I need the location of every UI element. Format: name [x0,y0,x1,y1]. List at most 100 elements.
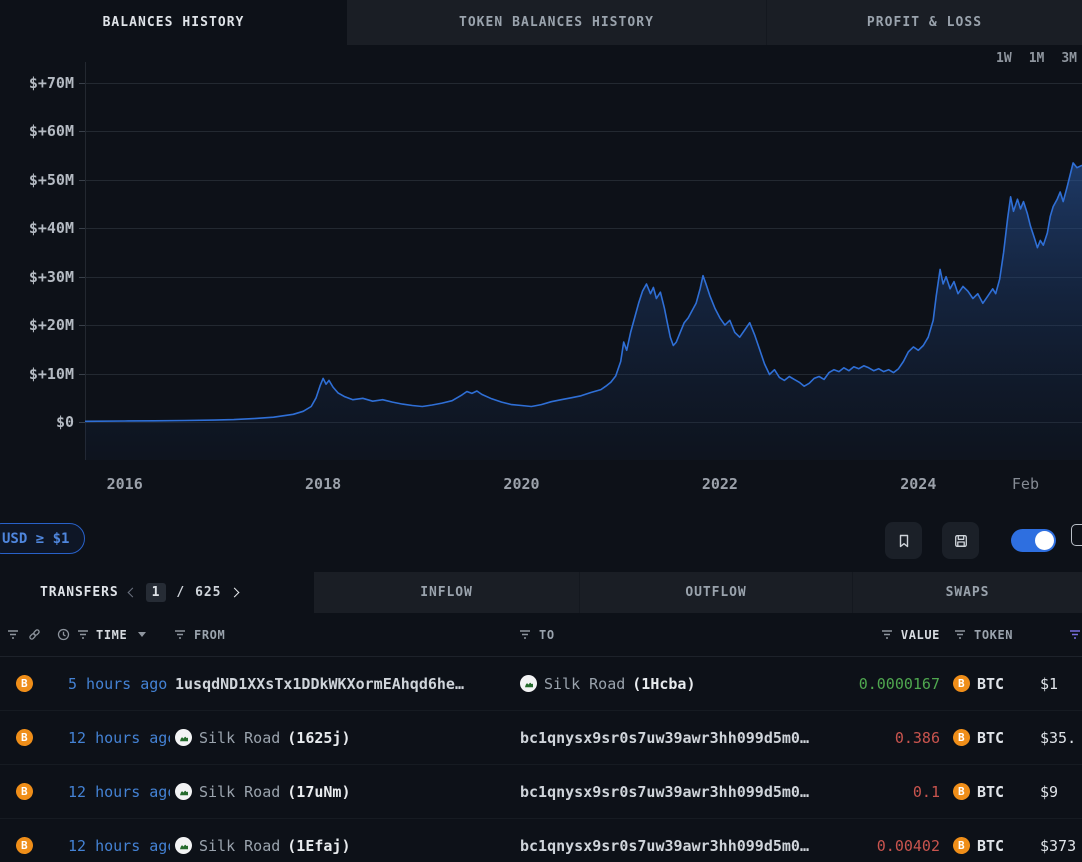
page-separator: / [176,585,185,600]
transfer-time-link[interactable]: 12 hours ago [68,837,170,855]
bitcoin-chain-icon: B [14,675,33,692]
column-to[interactable]: TO [539,628,555,642]
tab-transfers[interactable]: TRANSFERS 1 / 625 [0,572,314,613]
tab-swaps[interactable]: SWAPS [853,572,1082,613]
x-axis-label: 2022 [702,475,738,493]
y-axis-label: $+20M [0,316,74,334]
bookmark-icon [896,533,912,549]
usd-value: $1 [1030,675,1082,693]
y-axis-label: $0 [0,413,74,431]
y-axis-label: $+30M [0,268,74,286]
y-axis-label: $+40M [0,219,74,237]
x-axis-label: 2016 [107,475,143,493]
x-axis-label: 2020 [503,475,539,493]
page-next-icon[interactable] [230,588,240,598]
to-address[interactable]: bc1qnysx9sr0s7uw39awr3hh099d5m0… [520,729,809,747]
filter-funnel-icon[interactable] [78,630,88,639]
clock-icon[interactable] [57,628,70,641]
toggle-knob [1035,531,1054,550]
tab-balances-history[interactable]: BALANCES HISTORY [0,0,347,45]
btc-token-icon: B [952,675,971,693]
silk-road-entity-icon [175,837,192,854]
token-symbol[interactable]: BTC [977,837,1004,855]
page-prev-icon[interactable] [127,588,137,598]
from-entity-tag[interactable]: (1625j) [287,729,350,747]
tab-token-balances-history[interactable]: TOKEN BALANCES HISTORY [347,0,767,45]
usd-filter-chip[interactable]: USD ≥ $1 [0,523,85,554]
silk-road-entity-icon [175,729,192,746]
range-button-3m[interactable]: 3M [1061,51,1077,66]
transfers-label: TRANSFERS [40,585,119,600]
to-entity-tag[interactable]: (1Hcba) [632,675,695,693]
tab-profit-loss[interactable]: PROFIT & LOSS [767,0,1082,45]
y-axis-label: $+70M [0,74,74,92]
silk-road-entity-icon [175,783,192,800]
to-entity-name[interactable]: Silk Road [544,675,625,693]
y-axis-label: $+60M [0,122,74,140]
usd-value: $9 [1030,783,1082,801]
filter-funnel-icon[interactable] [175,630,185,639]
to-address[interactable]: bc1qnysx9sr0s7uw39awr3hh099d5m0… [520,783,809,801]
x-axis-label: 2018 [305,475,341,493]
chart-area-fill [85,163,1082,460]
balance-area-chart[interactable] [85,62,1082,460]
token-symbol[interactable]: BTC [977,675,1004,693]
range-button-1w[interactable]: 1W [996,51,1012,66]
filter-funnel-icon-active[interactable] [1070,630,1080,639]
transfer-time-link[interactable]: 12 hours ago [68,729,170,747]
table-row[interactable]: B 12 hours ago Silk Road (17uNm) bc1qnys… [0,765,1082,819]
clipped-edge-icon[interactable] [1071,524,1082,546]
column-time[interactable]: TIME [96,628,127,642]
table-row[interactable]: B 12 hours ago Silk Road (1Efaj) bc1qnys… [0,819,1082,862]
filter-toggle[interactable] [1011,529,1056,552]
btc-token-icon: B [952,729,971,747]
bitcoin-chain-icon: B [14,837,33,854]
range-button-1m[interactable]: 1M [1029,51,1045,66]
chevron-down-icon [138,632,146,637]
to-address[interactable]: bc1qnysx9sr0s7uw39awr3hh099d5m0… [520,837,809,855]
column-from[interactable]: FROM [194,628,225,642]
bookmark-button[interactable] [885,522,922,559]
tab-inflow[interactable]: INFLOW [314,572,580,613]
table-header: TIME FROM TO VALUE TOKEN [0,613,1082,657]
transfer-time-link[interactable]: 12 hours ago [68,783,170,801]
bitcoin-chain-icon: B [14,783,33,800]
page-current[interactable]: 1 [146,583,167,602]
x-axis-label: Feb [1012,475,1039,493]
y-axis-label: $+10M [0,365,74,383]
transfer-value: 0.386 [850,729,942,747]
transfer-value: 0.0000167 [850,675,942,693]
from-entity-name[interactable]: Silk Road [199,729,280,747]
filter-funnel-icon[interactable] [882,630,892,639]
tab-outflow[interactable]: OUTFLOW [580,572,853,613]
page-total: 625 [195,585,221,600]
top-tab-bar: BALANCES HISTORY TOKEN BALANCES HISTORY … [0,0,1082,45]
transfer-value: 0.00402 [850,837,942,855]
bitcoin-chain-icon: B [14,729,33,746]
token-symbol[interactable]: BTC [977,783,1004,801]
save-button[interactable] [942,522,979,559]
column-value[interactable]: VALUE [901,628,940,642]
filter-funnel-icon[interactable] [955,630,965,639]
from-address[interactable]: 1usqdND1XXsTx1DDkWKXormEAhqd6he… [175,675,464,693]
filter-funnel-icon[interactable] [520,630,530,639]
btc-token-icon: B [952,837,971,855]
from-entity-name[interactable]: Silk Road [199,837,280,855]
filter-funnel-icon[interactable] [8,630,18,639]
y-axis-label: $+50M [0,171,74,189]
column-token[interactable]: TOKEN [974,628,1013,642]
from-entity-tag[interactable]: (1Efaj) [287,837,350,855]
silk-road-entity-icon [520,675,537,692]
balances-history-chart: 1W 1M 3M $0 $+10M $+20M $+30M $+40M $+50M $+60M $… [0,45,1082,510]
usd-value: $373 [1030,837,1082,855]
x-axis-label: 2024 [900,475,936,493]
chain-link-icon[interactable] [28,628,41,641]
table-row[interactable]: B 12 hours ago Silk Road (1625j) bc1qnys… [0,711,1082,765]
token-symbol[interactable]: BTC [977,729,1004,747]
usd-value: $35. [1030,729,1082,747]
from-entity-name[interactable]: Silk Road [199,783,280,801]
transfer-time-link[interactable]: 5 hours ago [68,675,167,693]
from-entity-tag[interactable]: (17uNm) [287,783,350,801]
table-tab-bar: TRANSFERS 1 / 625 INFLOW OUTFLOW SWAPS [0,572,1082,613]
table-row[interactable]: B 5 hours ago 1usqdND1XXsTx1DDkWKXormEAh… [0,657,1082,711]
